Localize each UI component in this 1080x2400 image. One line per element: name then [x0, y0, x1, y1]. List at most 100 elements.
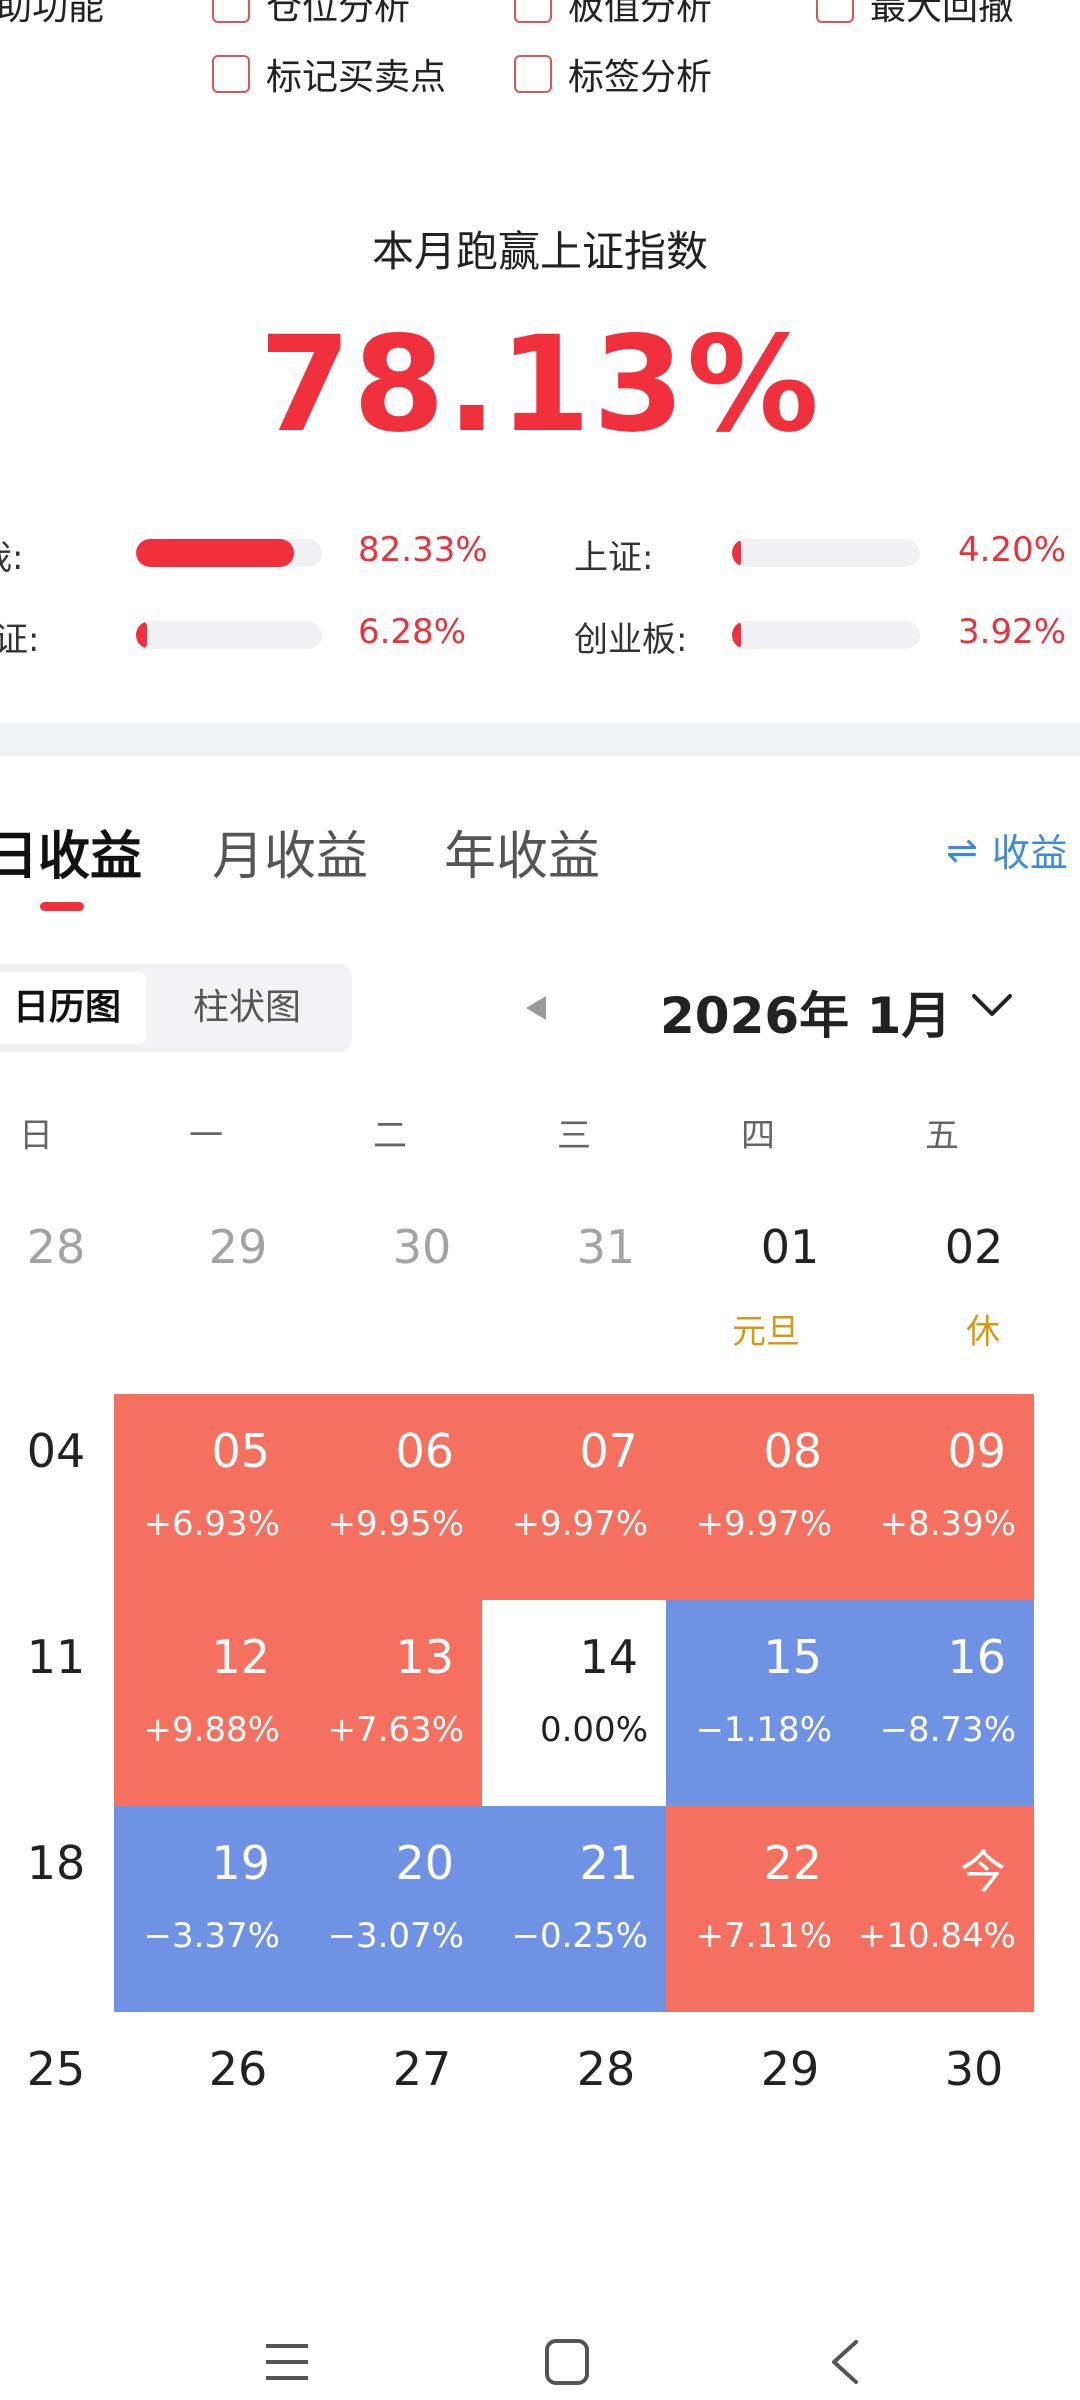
compare-value-mine: 82.33% — [358, 530, 488, 570]
calendar-day-number[interactable]: 11 — [0, 1630, 116, 1684]
month-label[interactable]: 2026年 1月 — [660, 976, 951, 1048]
calendar-day-number[interactable]: 30 — [914, 2042, 1034, 2096]
tab-active-indicator — [40, 902, 84, 911]
feature-option-label: 辅助功能 — [0, 0, 105, 28]
calendar-day-cell[interactable]: 22 +7.11% — [666, 1806, 850, 2012]
calendar-day-cell[interactable]: 16 −8.73% — [850, 1600, 1034, 1806]
back-icon[interactable] — [826, 2338, 862, 2386]
home-icon[interactable] — [544, 2338, 590, 2386]
tab-yearly-returns[interactable]: 年收益 — [444, 814, 600, 889]
calendar-day-cell[interactable]: 08 +9.97% — [666, 1394, 850, 1600]
feature-option-2[interactable]: 仓位分析 — [212, 0, 410, 30]
compare-value-chinext: 3.92% — [958, 612, 1067, 652]
calendar-day-number[interactable]: 25 — [0, 2042, 116, 2096]
checkbox-icon[interactable] — [514, 55, 552, 93]
calendar-day-return: +9.95% — [327, 1504, 465, 1544]
compare-label-shenzhen: 深证: — [0, 620, 40, 660]
calendar-day-return: −3.07% — [327, 1916, 465, 1956]
calendar-day-cell[interactable]: 05 +6.93% — [114, 1394, 298, 1600]
tab-monthly-returns[interactable]: 月收益 — [212, 814, 368, 889]
calendar-day-return: +7.63% — [327, 1710, 465, 1750]
calendar-day-cell[interactable]: 今 +10.84% — [850, 1806, 1034, 2012]
compare-bar-shenzhen — [136, 621, 322, 649]
calendar-day-cell[interactable]: 21 −0.25% — [482, 1806, 666, 2012]
calendar-day-cell[interactable]: 19 −3.37% — [114, 1806, 298, 2012]
calendar-day-number[interactable]: 18 — [0, 1836, 116, 1890]
prev-month-icon[interactable] — [524, 994, 548, 1022]
feature-option-mark-trades[interactable]: 标记买卖点 — [212, 48, 446, 100]
calendar-day-number[interactable]: 28 — [546, 2042, 666, 2096]
calendar-day-number[interactable]: 29 — [178, 1220, 298, 1274]
summary-value: 78.13% — [259, 308, 821, 462]
calendar-day-number[interactable]: 01 — [730, 1220, 850, 1274]
feature-option-label: 板值分析 — [568, 0, 713, 28]
calendar-day-return: +6.93% — [143, 1504, 281, 1544]
calendar-day-number: 06 — [395, 1424, 454, 1478]
calendar-day-cell[interactable]: 14 0.00% — [482, 1600, 666, 1806]
checkbox-icon[interactable] — [212, 55, 250, 93]
calendar-day-cell[interactable]: 15 −1.18% — [666, 1600, 850, 1806]
feature-option-1[interactable]: 辅助功能 — [0, 0, 104, 30]
weekday-label: 日 — [19, 1116, 53, 1156]
compare-value-shanghai: 4.20% — [958, 530, 1067, 570]
compare-bar-mine — [136, 539, 322, 567]
calendar-day-cell[interactable]: 20 −3.07% — [298, 1806, 482, 2012]
calendar-day-number: 09 — [947, 1424, 1006, 1478]
feature-option-3[interactable]: 板值分析 — [514, 0, 712, 30]
calendar-day-number: 15 — [763, 1630, 822, 1684]
calendar-day-cell[interactable]: 07 +9.97% — [482, 1394, 666, 1600]
checkbox-icon[interactable] — [514, 0, 552, 23]
tab-daily-returns[interactable]: 日收益 — [0, 814, 142, 889]
calendar-day-cell[interactable]: 13 +7.63% — [298, 1600, 482, 1806]
calendar-day-cell[interactable]: 09 +8.39% — [850, 1394, 1034, 1600]
calendar-day-number: 12 — [211, 1630, 270, 1684]
calendar-day-number: 08 — [763, 1424, 822, 1478]
holiday-label: 休 — [966, 1312, 1000, 1352]
summary-title: 本月跑赢上证指数 — [371, 227, 708, 276]
weekday-label: 二 — [373, 1116, 407, 1156]
calendar-day-number: 今 — [960, 1845, 1006, 1899]
calendar-day-cell[interactable]: 12 +9.88% — [114, 1600, 298, 1806]
view-bar-chart-button[interactable]: 柱状图 — [156, 972, 338, 1044]
compare-label-chinext: 创业板: — [574, 620, 688, 660]
calendar-day-number[interactable]: 31 — [546, 1220, 666, 1274]
calendar-day-number[interactable]: 26 — [178, 2042, 298, 2096]
compare-bar-chinext — [732, 621, 920, 649]
calendar-day-number[interactable]: 30 — [362, 1220, 482, 1274]
checkbox-icon[interactable] — [816, 0, 854, 23]
checkbox-icon[interactable] — [212, 0, 250, 23]
calendar-day-return: +10.84% — [857, 1916, 1016, 1956]
calendar-day-return: +8.39% — [879, 1504, 1017, 1544]
compare-bar-fill — [136, 539, 295, 567]
calendar-day-return: +9.97% — [695, 1504, 833, 1544]
calendar-day-number: 21 — [579, 1836, 638, 1890]
feature-option-label: 标签分析 — [568, 57, 713, 98]
calendar-day-number[interactable]: 02 — [914, 1220, 1034, 1274]
calendar-day-number: 13 — [395, 1630, 454, 1684]
weekday-label: 一 — [189, 1116, 223, 1156]
calendar-day-cell[interactable]: 06 +9.95% — [298, 1394, 482, 1600]
calendar-day-number: 16 — [947, 1630, 1006, 1684]
weekday-label: 三 — [557, 1116, 591, 1156]
chevron-down-icon[interactable] — [970, 988, 1014, 1024]
calendar-day-number[interactable]: 27 — [362, 2042, 482, 2096]
compare-label-shanghai: 上证: — [574, 538, 654, 578]
compare-value-shenzhen: 6.28% — [358, 612, 467, 652]
feature-option-label: 标记买卖点 — [266, 57, 447, 98]
calendar-day-number[interactable]: 29 — [730, 2042, 850, 2096]
calendar-day-number[interactable]: 28 — [0, 1220, 116, 1274]
swap-icon: ⇌ — [946, 827, 978, 872]
calendar-day-return: −0.25% — [511, 1916, 649, 1956]
menu-icon[interactable] — [264, 2342, 310, 2382]
calendar-day-number: 20 — [395, 1836, 454, 1890]
feature-option-4[interactable]: 最大回撤 — [816, 0, 1014, 30]
compare-bar-fill — [136, 621, 148, 649]
view-switch: 日历图 柱状图 — [0, 964, 352, 1052]
compare-label-mine: 我: — [0, 538, 24, 578]
holiday-label: 元旦 — [732, 1312, 800, 1352]
returns-toggle[interactable]: ⇌ 收益 — [946, 822, 1068, 877]
view-calendar-button[interactable]: 日历图 — [0, 972, 146, 1044]
calendar-day-number: 19 — [211, 1836, 270, 1890]
calendar-day-number[interactable]: 04 — [0, 1424, 116, 1478]
feature-option-tag-analysis[interactable]: 标签分析 — [514, 48, 712, 100]
